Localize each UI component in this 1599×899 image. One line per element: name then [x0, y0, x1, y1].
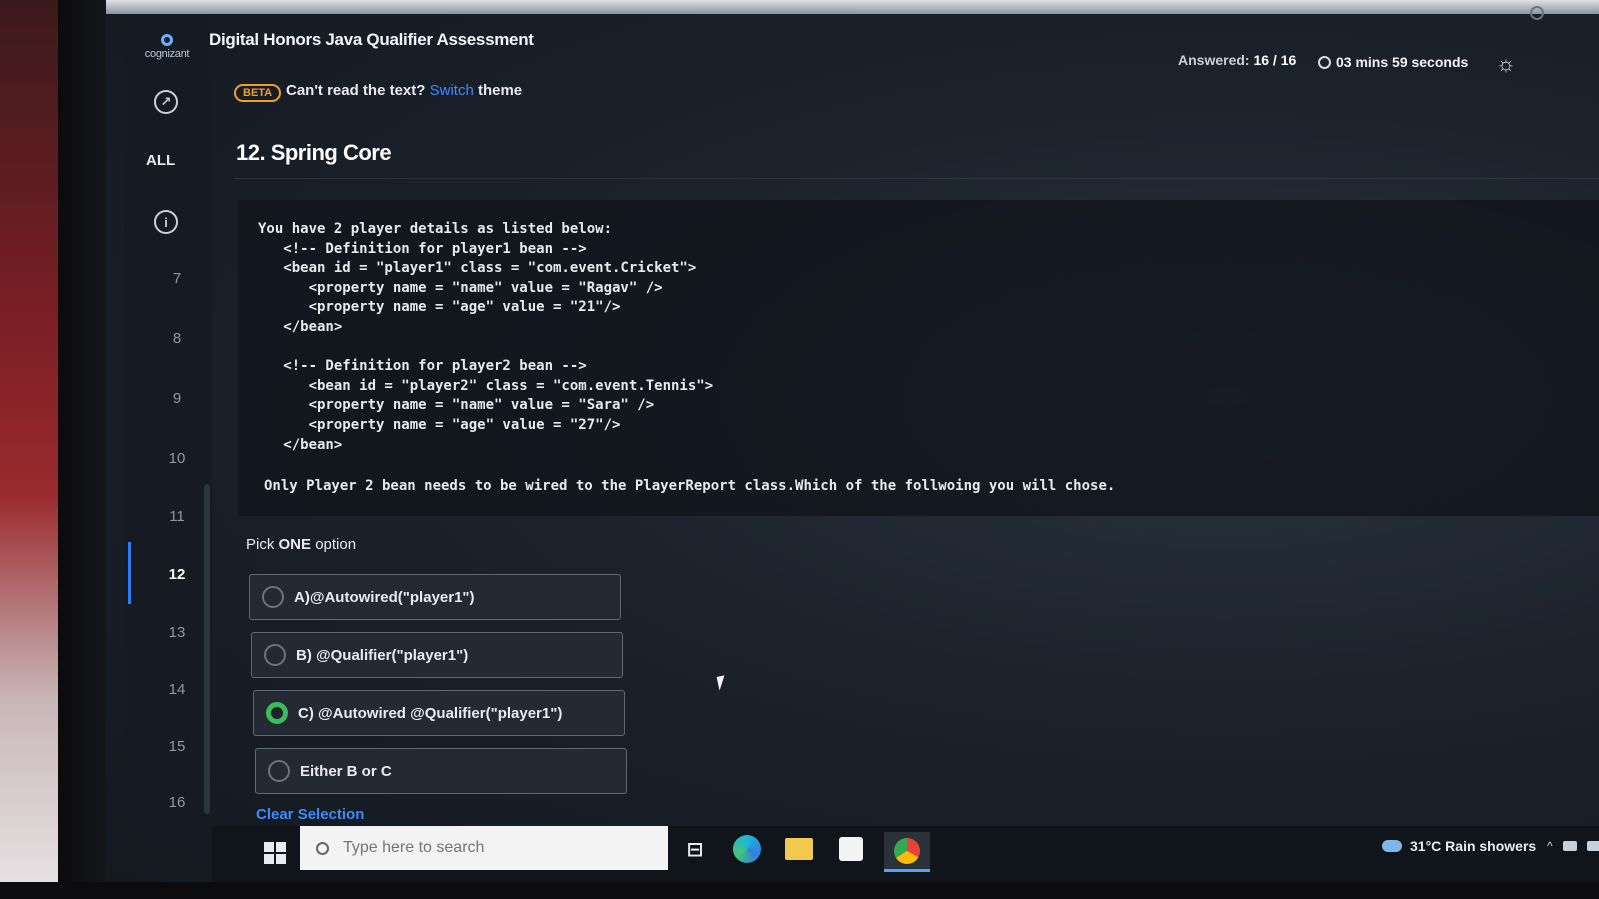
active-question-indicator [128, 542, 131, 604]
onedrive-icon[interactable] [1562, 841, 1577, 851]
answered-value: 16 / 16 [1253, 52, 1297, 68]
code-line: <bean id = "player1" class = "com.event.… [258, 260, 697, 277]
question-footer: Only Player 2 bean needs to be wired to … [264, 478, 1116, 494]
battery-icon[interactable] [1586, 841, 1599, 851]
monitor-bezel [58, 0, 110, 899]
theme-hint: Can't read the text? Switch theme [286, 82, 522, 99]
info-icon[interactable]: i [154, 210, 178, 234]
option-a-label: A)@Autowired("player1") [294, 588, 475, 606]
nav-all[interactable]: ALL [146, 152, 175, 169]
browser-search-icon[interactable] [1530, 6, 1544, 20]
switch-theme-link[interactable]: Switch [430, 82, 474, 99]
question-title: 12. Spring Core [236, 140, 392, 165]
taskbar-search[interactable] [300, 826, 668, 870]
code-line: <property name = "age" value = "21"/> [258, 299, 621, 316]
mouse-cursor-icon [716, 675, 728, 691]
weather-text: 31°C Rain showers [1410, 838, 1537, 854]
option-d-radio[interactable] [268, 760, 290, 782]
option-b-radio[interactable] [264, 644, 286, 666]
option-c-radio[interactable] [266, 702, 288, 724]
nav-question-15[interactable]: 15 [152, 738, 202, 755]
sun-icon[interactable]: ☼ [1494, 52, 1518, 76]
nav-question-11[interactable]: 11 [152, 508, 202, 525]
nav-question-7[interactable]: 7 [152, 270, 202, 287]
nav-question-13[interactable]: 13 [152, 624, 202, 641]
tray-chevron-icon[interactable]: ^ [1547, 839, 1553, 853]
clear-selection-link[interactable]: Clear Selection [256, 806, 364, 823]
countdown-timer: 03 mins 59 seconds [1318, 54, 1468, 70]
store-icon[interactable] [834, 832, 868, 866]
chrome-icon[interactable] [884, 832, 930, 872]
nav-question-8[interactable]: 8 [152, 330, 202, 347]
question-code-block: You have 2 player details as listed belo… [258, 220, 713, 455]
pick-bold: ONE [278, 536, 312, 553]
title-divider [234, 178, 1599, 179]
cloud-icon [1382, 840, 1402, 852]
code-line: <property name = "name" value = "Sara" /… [258, 397, 655, 414]
theme-hint-suffix: theme [477, 82, 523, 99]
beta-badge: BETA [234, 84, 282, 102]
task-view-icon[interactable]: ⊟ [678, 832, 712, 866]
option-b[interactable]: B) @Qualifier("player1") [251, 632, 623, 678]
logo-text: cognizant [144, 48, 190, 60]
system-tray: ^ ◠ 🔈 EN [1547, 826, 1599, 866]
taskbar-search-input[interactable] [343, 839, 643, 857]
code-line: </bean> [258, 318, 343, 335]
timer-text: 03 mins 59 seconds [1336, 54, 1469, 70]
nav-question-16[interactable]: 16 [152, 794, 202, 811]
option-a[interactable]: A)@Autowired("player1") [249, 574, 621, 620]
pick-prefix: Pick [246, 536, 275, 553]
option-b-label: B) @Qualifier("player1") [296, 646, 469, 664]
clock-icon [1318, 55, 1331, 69]
code-line: <!-- Definition for player2 bean --> [258, 358, 587, 375]
cognizant-logo: cognizant [132, 22, 202, 72]
question-nav-rail: cognizant ↗ ALL i 7 8 9 10 11 12 13 14 1… [124, 14, 212, 826]
browser-top-strip [106, 0, 1599, 14]
windows-start-icon[interactable] [264, 842, 286, 864]
code-line: <bean id = "player2" class = "com.event.… [258, 377, 714, 394]
monitor-bottom-frame [0, 882, 1599, 899]
file-explorer-icon[interactable] [782, 832, 816, 866]
question-body: You have 2 player details as listed belo… [238, 200, 1599, 516]
answered-count: Answered: 16 / 16 [1178, 52, 1296, 68]
nav-question-9[interactable]: 9 [152, 390, 202, 407]
nav-question-10[interactable]: 10 [152, 450, 202, 467]
answered-label: Answered: [1178, 52, 1250, 68]
pick-one-label: Pick ONE option [246, 536, 356, 553]
logo-mark-icon [161, 34, 173, 46]
option-c-label: C) @Autowired @Qualifier("player1") [298, 704, 563, 722]
code-line: </bean> [258, 436, 343, 453]
theme-hint-text: Can't read the text? [286, 82, 426, 99]
windows-taskbar: ⊟ 31°C Rain showers ^ ◠ 🔈 EN [212, 826, 1599, 882]
code-line: <!-- Definition for player1 bean --> [258, 240, 587, 257]
option-c[interactable]: C) @Autowired @Qualifier("player1") [253, 690, 625, 736]
rail-scrollbar[interactable] [204, 484, 210, 814]
weather-widget[interactable]: 31°C Rain showers [1382, 826, 1536, 866]
option-d[interactable]: Either B or C [255, 748, 627, 794]
assessment-title: Digital Honors Java Qualifier Assessment [209, 30, 534, 49]
edge-icon[interactable] [730, 832, 764, 866]
search-icon [316, 841, 329, 855]
nav-question-12[interactable]: 12 [152, 566, 202, 583]
screen: cognizant ↗ ALL i 7 8 9 10 11 12 13 14 1… [106, 0, 1599, 882]
option-a-radio[interactable] [262, 586, 284, 608]
compass-icon[interactable]: ↗ [154, 90, 178, 114]
option-d-label: Either B or C [300, 762, 392, 780]
code-line: You have 2 player details as listed belo… [258, 221, 613, 237]
pick-suffix: option [315, 536, 357, 553]
code-line: <property name = "age" value = "27"/> [258, 416, 621, 433]
nav-question-14[interactable]: 14 [152, 681, 202, 698]
code-line: <property name = "name" value = "Ragav" … [258, 279, 663, 296]
